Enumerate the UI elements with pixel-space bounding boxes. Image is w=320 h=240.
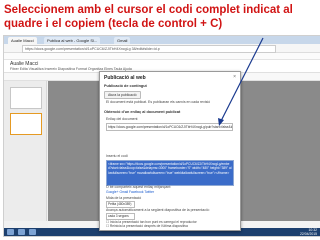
pointer-arrow bbox=[218, 37, 264, 126]
arrow-head bbox=[218, 118, 224, 126]
arrow-line bbox=[220, 37, 264, 122]
